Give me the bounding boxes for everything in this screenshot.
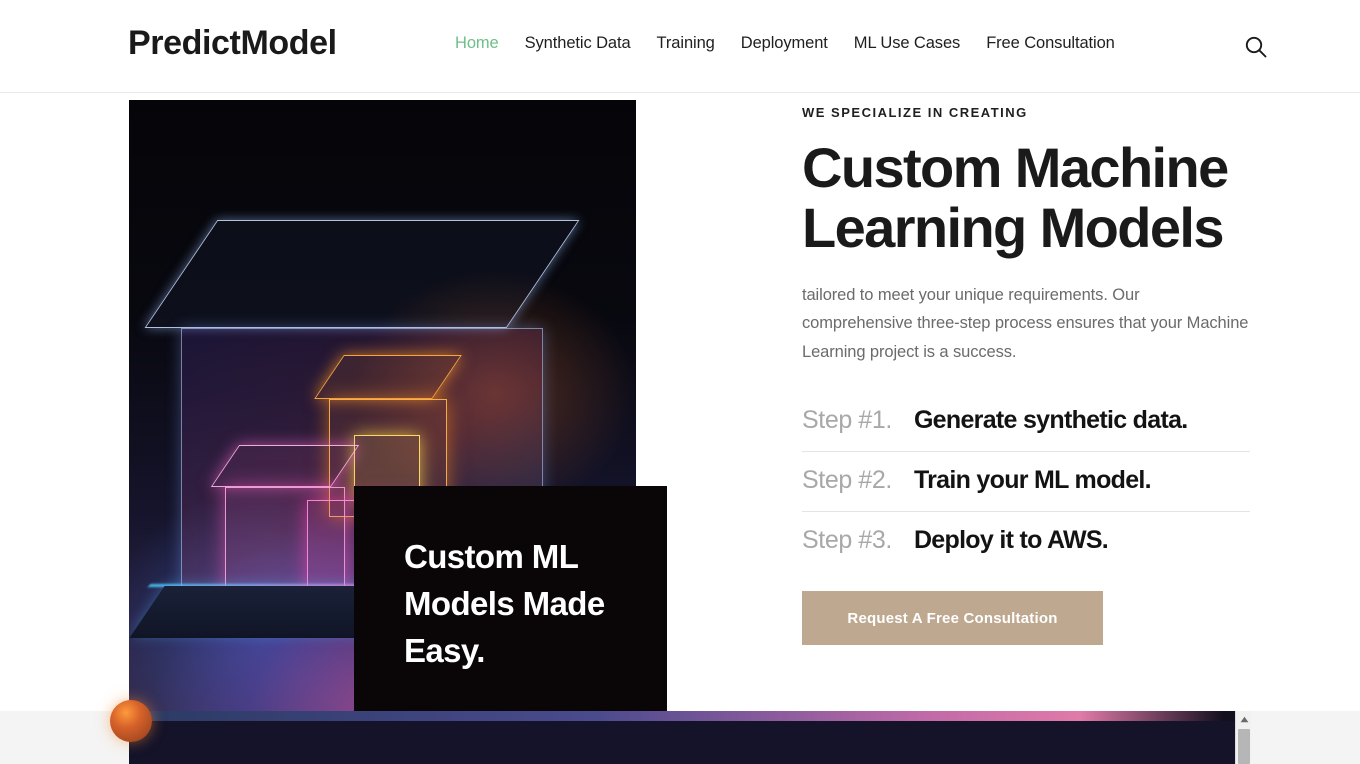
nav-item-synthetic-data[interactable]: Synthetic Data xyxy=(525,33,631,54)
process-steps-list: Step #1. Generate synthetic data. Step #… xyxy=(802,392,1250,571)
nav-item-ml-use-cases[interactable]: ML Use Cases xyxy=(854,33,960,54)
scroll-up-arrow-icon[interactable] xyxy=(1236,711,1252,727)
step-row-2: Step #2. Train your ML model. xyxy=(802,452,1250,513)
nav-item-training[interactable]: Training xyxy=(657,33,715,54)
step-text-1: Generate synthetic data. xyxy=(913,406,1188,435)
main-navigation: Home Synthetic Data Training Deployment … xyxy=(455,33,1115,54)
page-viewport: PredictModel Home Synthetic Data Trainin… xyxy=(0,0,1360,764)
scroll-up-arrow-glyph xyxy=(1240,716,1248,722)
request-free-consultation-button[interactable]: Request A Free Consultation xyxy=(802,591,1103,646)
hero-overlay-card-title: Custom ML Models Made Easy. xyxy=(404,538,605,669)
step-row-1: Step #1. Generate synthetic data. xyxy=(802,392,1250,453)
nav-item-deployment[interactable]: Deployment xyxy=(741,33,828,54)
nav-item-free-consultation[interactable]: Free Consultation xyxy=(986,33,1115,54)
search-button[interactable] xyxy=(1240,31,1272,63)
step-text-2: Train your ML model. xyxy=(913,466,1152,495)
orange-orb-icon xyxy=(110,700,152,742)
nav-item-home[interactable]: Home xyxy=(455,33,499,54)
scrollbar-thumb[interactable] xyxy=(1238,729,1250,764)
step-number-1: Step #1. xyxy=(802,406,892,435)
hero-description: tailored to meet your unique requirement… xyxy=(802,285,1249,361)
hero-title: Custom Machine Learning Models xyxy=(802,136,1229,260)
bottom-gradient-strip xyxy=(129,711,1235,721)
brand-logo[interactable]: PredictModel xyxy=(128,26,337,60)
search-icon xyxy=(1245,36,1267,58)
site-header: PredictModel Home Synthetic Data Trainin… xyxy=(0,0,1360,93)
wireframe-cube-outer-top xyxy=(144,220,580,328)
step-row-3: Step #3. Deploy it to AWS. xyxy=(802,512,1250,571)
hero-copy-column: WE SPECIALIZE IN CREATING Custom Machine… xyxy=(802,100,1250,646)
hero-eyebrow: WE SPECIALIZE IN CREATING xyxy=(802,105,1028,120)
step-number-3: Step #3. xyxy=(802,526,892,555)
overlay-scrollbar[interactable] xyxy=(1235,711,1251,764)
hero-overlay-card: Custom ML Models Made Easy. xyxy=(354,486,667,711)
bottom-overlay-bar xyxy=(0,711,1360,764)
step-number-2: Step #2. xyxy=(802,466,892,495)
step-text-3: Deploy it to AWS. xyxy=(913,526,1109,555)
